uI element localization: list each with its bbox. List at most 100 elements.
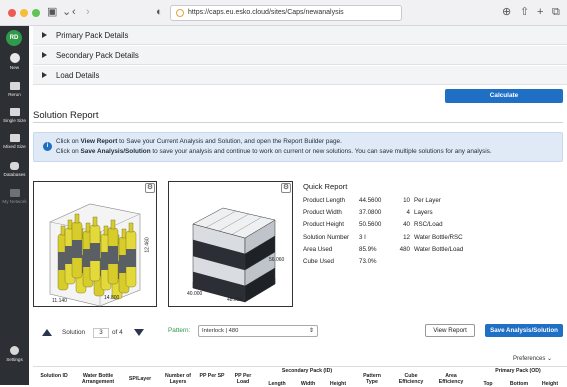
solution-total: of 4	[112, 329, 123, 336]
quick-report-value: 44.5600	[359, 197, 382, 204]
info-icon: i	[43, 142, 52, 151]
info-text: to save your analysis and continue to wo…	[150, 147, 492, 155]
accordion-secondary-pack[interactable]: Secondary Pack Details	[33, 46, 567, 65]
quick-report-count: 12	[403, 233, 410, 241]
quick-report-label: Solution Number	[303, 233, 350, 241]
save-analysis-button[interactable]: Save Analysis/Solution	[485, 324, 563, 337]
accordion-primary-pack[interactable]: Primary Pack Details	[33, 26, 567, 45]
pallet-length-dimension: 48.000	[227, 297, 243, 303]
col-width[interactable]: Width	[295, 381, 321, 387]
quick-report-value: 37.0800	[359, 209, 382, 217]
sidebar-item-rerun[interactable]: Rerun	[0, 82, 29, 97]
quick-report-count: 40	[403, 221, 410, 229]
col-solution-id[interactable]: Solution ID	[37, 373, 71, 379]
col-sp-layer[interactable]: SP/Layer	[125, 376, 155, 382]
accordion-load-details[interactable]: Load Details	[33, 66, 567, 85]
gear-icon	[10, 346, 19, 355]
caret-right-icon	[42, 52, 47, 58]
col-pp-per-sp[interactable]: PP Per SP	[199, 373, 225, 379]
close-window-button[interactable]	[8, 9, 16, 17]
quick-report-count: 480	[399, 245, 410, 253]
next-solution-button[interactable]	[134, 329, 144, 336]
col-height[interactable]: Height	[325, 381, 351, 387]
col-arrangement[interactable]: Water Bottle Arrangement	[75, 373, 121, 385]
info-banner: i Click on View Report to Save your Curr…	[33, 132, 563, 162]
secondary-pack-view: ⚙ 12.460 11.140 14.800	[33, 181, 157, 307]
info-emphasis: Save Analysis/Solution	[80, 147, 151, 155]
sidebar-toggle-icon[interactable]: ▣	[47, 5, 57, 19]
info-emphasis: View Report	[80, 138, 118, 145]
previous-solution-button[interactable]	[42, 329, 52, 336]
shield-icon[interactable]: ◐	[156, 5, 163, 19]
pallet-width-dimension: 40.000	[187, 291, 203, 297]
zoom-window-button[interactable]	[32, 9, 40, 17]
quick-report-value: 73.0%	[359, 258, 377, 265]
quick-report-label: Area Used	[303, 245, 333, 253]
col-cube-efficiency[interactable]: Cube Efficiency	[393, 373, 429, 385]
download-icon[interactable]: ⊕	[502, 5, 511, 19]
preferences-toggle[interactable]: Preferences ⌄	[513, 355, 552, 362]
chevron-down-icon: ⌄	[547, 356, 553, 362]
sidebar-item-databases[interactable]: Databases	[0, 162, 29, 177]
quick-report-label: Product Height	[303, 221, 344, 229]
rerun-icon	[9, 82, 20, 90]
col-primary-pack[interactable]: Primary Pack (OD)	[473, 368, 563, 374]
bottle-neck	[92, 216, 98, 227]
gear-icon[interactable]: ⚙	[281, 183, 291, 193]
solution-number-input[interactable]: 3	[93, 328, 109, 338]
sidebar-item-my-network[interactable]: My Network	[0, 189, 29, 204]
quick-report-unit: Water Bottle/Load	[414, 245, 464, 253]
col-area-efficiency[interactable]: Area Efficiency	[433, 373, 469, 385]
bottle-label	[90, 243, 100, 261]
col-primary-height[interactable]: Height	[537, 381, 563, 387]
col-layers[interactable]: Number of Layers	[159, 373, 197, 385]
sidebar-item-settings[interactable]: Settings	[0, 346, 29, 362]
chevron-down-icon[interactable]: ⌄	[62, 5, 71, 19]
col-secondary-pack[interactable]: Secondary Pack (ID)	[263, 368, 351, 374]
pack-illustration	[49, 203, 141, 307]
avatar[interactable]: RD	[6, 30, 22, 46]
quick-report-count: 10	[403, 197, 410, 204]
app-sidebar: RD New Rerun Single Size Mixed Size Data…	[0, 26, 29, 385]
col-top[interactable]: Top	[477, 381, 499, 387]
col-length[interactable]: Length	[263, 381, 291, 387]
divider	[33, 122, 563, 123]
pallet-load-view: ⚙ 56.060 40.000 48.000	[168, 181, 293, 307]
quick-report-value: 85.9%	[359, 245, 377, 253]
col-pattern-type[interactable]: Pattern Type	[357, 373, 387, 385]
pack-height-dimension: 12.460	[144, 237, 151, 253]
bottle-neck	[103, 225, 109, 236]
forward-icon[interactable]: ›	[86, 5, 90, 19]
pattern-select[interactable]: Interlock | 480 ⇕	[198, 325, 318, 337]
gear-icon[interactable]: ⚙	[145, 183, 155, 193]
back-icon[interactable]: ‹	[72, 5, 76, 19]
address-bar[interactable]: https://caps.eu.esko.cloud/sites/Caps/ne…	[170, 5, 402, 21]
url-text: https://caps.eu.esko.cloud/sites/Caps/ne…	[188, 9, 344, 16]
caret-right-icon	[42, 72, 47, 78]
pallet-illustration	[192, 207, 276, 303]
plus-circle-icon	[9, 53, 20, 63]
quick-report-unit: Layers	[414, 209, 433, 217]
col-bottom[interactable]: Bottom	[505, 381, 533, 387]
sidebar-item-label: Rerun	[8, 92, 21, 97]
view-report-button[interactable]: View Report	[425, 324, 475, 337]
calculate-button[interactable]: Calculate	[445, 89, 563, 103]
quick-report-unit: Water Bottle/RSC	[414, 233, 463, 241]
col-pp-per-load[interactable]: PP Per Load	[229, 373, 257, 385]
sidebar-item-label: Mixed Size	[3, 144, 26, 149]
minimize-window-button[interactable]	[20, 9, 28, 17]
pattern-selected-value: Interlock | 480	[202, 328, 239, 334]
quick-report-unit: Per Layer	[414, 197, 441, 204]
browser-toolbar: ▣ ⌄ ‹ › ◐ https://caps.eu.esko.cloud/sit…	[0, 0, 567, 26]
sidebar-item-label: My Network	[2, 199, 27, 204]
tabs-overview-icon[interactable]: ⧉	[552, 5, 560, 19]
accordion-label: Primary Pack Details	[56, 31, 129, 40]
quick-report-label: Product Width	[303, 209, 342, 217]
sidebar-item-single-size[interactable]: Single Size	[0, 108, 29, 123]
quick-report-title: Quick Report	[303, 182, 348, 191]
bottle-neck	[121, 228, 127, 239]
share-icon[interactable]: ⇧	[520, 5, 529, 19]
sidebar-item-new[interactable]: New	[0, 53, 29, 70]
sidebar-item-mixed-size[interactable]: Mixed Size	[0, 134, 29, 149]
new-tab-icon[interactable]: +	[537, 5, 543, 19]
